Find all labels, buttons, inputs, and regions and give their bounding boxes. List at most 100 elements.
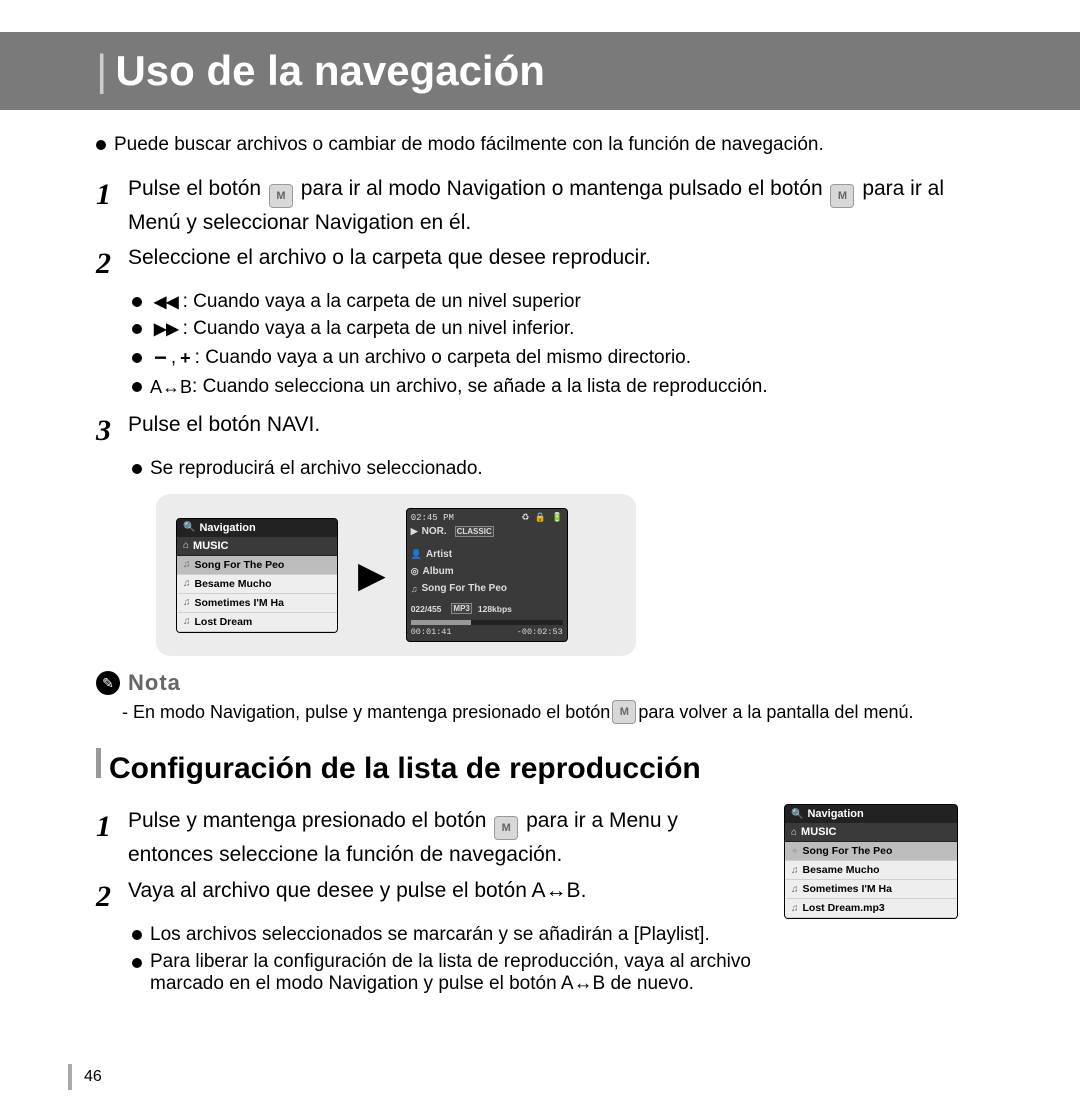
step-number: 2 bbox=[96, 243, 118, 285]
step2-subbullets: ◀◀ : Cuando vaya a la carpeta de un nive… bbox=[132, 291, 984, 398]
sub-mp-text: : Cuando vaya a un archivo o carpeta del… bbox=[195, 347, 691, 369]
music-note-icon: ♫ bbox=[791, 903, 799, 914]
disc-icon: ◎ bbox=[411, 566, 419, 577]
step-number: 1 bbox=[96, 806, 118, 869]
bullet-disc-icon bbox=[132, 958, 142, 968]
list-item: ♫Sometimes I'M Ha bbox=[177, 594, 337, 613]
music-folder-row: ⌂ MUSIC bbox=[785, 823, 957, 842]
plus-icon: + bbox=[180, 348, 191, 369]
m-button-icon: M bbox=[830, 184, 854, 208]
bullet-disc-icon bbox=[132, 297, 142, 307]
nota-text: - En modo Navigation, pulse y mantenga p… bbox=[122, 700, 984, 724]
step-body: Pulse el botón NAVI. bbox=[128, 410, 984, 452]
step-2: 2 Seleccione el archivo o la carpeta que… bbox=[96, 243, 984, 285]
search-icon: 🔍 bbox=[183, 522, 195, 533]
page-bar-icon bbox=[68, 1064, 72, 1090]
music-folder-row: ⌂ MUSIC bbox=[177, 537, 337, 556]
step-body: Vaya al archivo que desee y pulse el bot… bbox=[128, 876, 764, 918]
m-button-icon: M bbox=[612, 700, 636, 724]
remain-time: -00:02:53 bbox=[517, 627, 563, 637]
section2-right: 🔍 Navigation ⌂ MUSIC ✦Song For The Peo ♫… bbox=[784, 800, 984, 1006]
sub-ab-text: : Cuando selecciona un archivo, se añade… bbox=[192, 376, 768, 398]
play-icon: ▶ bbox=[411, 526, 418, 537]
sec2-s1-a: Pulse y mantenga presionado el botón bbox=[128, 809, 492, 832]
sec2-step-1: 1 Pulse y mantenga presionado el botón M… bbox=[96, 806, 764, 869]
list-item: ♫Sometimes I'M Ha bbox=[785, 880, 957, 899]
device-playback-screen: 02:45 PM ♻ 🔒 🔋 ▶ NOR. CLASSIC 👤Artist ◎A… bbox=[406, 508, 568, 642]
music-note-icon: ♫ bbox=[791, 884, 799, 895]
sub-play: Se reproducirá el archivo seleccionado. bbox=[132, 458, 984, 480]
progress-bar bbox=[411, 620, 563, 625]
sec2-sub2: Para liberar la configuración de la list… bbox=[132, 951, 764, 995]
sub-play-text: Se reproducirá el archivo seleccionado. bbox=[150, 458, 483, 480]
next-track-icon: ▶▶ bbox=[154, 319, 179, 339]
section2-left: 1 Pulse y mantenga presionado el botón M… bbox=[96, 800, 764, 1006]
bullet-disc-icon bbox=[132, 464, 142, 474]
music-note-icon: ♫ bbox=[183, 559, 191, 570]
section2-heading: Configuración de la lista de reproducció… bbox=[96, 748, 984, 786]
nav-label: Navigation bbox=[807, 808, 863, 820]
prev-track-icon: ◀◀ bbox=[154, 292, 179, 312]
person-icon: 👤 bbox=[411, 549, 422, 560]
music-note-icon: ♫ bbox=[183, 578, 191, 589]
content: Puede buscar archivos o cambiar de modo … bbox=[0, 134, 1080, 1007]
list-item: ♫Lost Dream bbox=[177, 613, 337, 632]
nav-label: Navigation bbox=[199, 522, 255, 534]
intro-text: Puede buscar archivos o cambiar de modo … bbox=[114, 134, 824, 156]
nota-label: Nota bbox=[128, 670, 181, 696]
music-label: MUSIC bbox=[801, 826, 836, 838]
song-list: ✦Song For The Peo ♫Besame Mucho ♫Sometim… bbox=[785, 842, 957, 918]
page-title: Uso de la navegación bbox=[115, 47, 544, 94]
step-number: 3 bbox=[96, 410, 118, 452]
format-badge: MP3 bbox=[451, 603, 471, 614]
list-item: ♫Besame Mucho bbox=[785, 861, 957, 880]
music-note-icon: ♫ bbox=[411, 584, 418, 594]
sub-next-text: : Cuando vaya a la carpeta de un nivel i… bbox=[183, 318, 575, 340]
section2-title: Configuración de la lista de reproducció… bbox=[109, 752, 701, 786]
list-item: ♫Song For The Peo bbox=[177, 556, 337, 575]
album-row: ◎Album bbox=[411, 566, 563, 577]
star-icon: ✦ bbox=[791, 846, 799, 857]
device-navigation-screen-2: 🔍 Navigation ⌂ MUSIC ✦Song For The Peo ♫… bbox=[784, 804, 958, 919]
sec2-sub1-text: Los archivos seleccionados se marcarán y… bbox=[150, 924, 710, 946]
step-body: Seleccione el archivo o la carpeta que d… bbox=[128, 243, 984, 285]
home-icon: ⌂ bbox=[791, 827, 797, 838]
device-header: 🔍 Navigation bbox=[785, 805, 957, 823]
sec2-sub2-text: Para liberar la configuración de la list… bbox=[150, 951, 764, 995]
ab-prefix: A↔B bbox=[150, 377, 192, 398]
bullet-disc-icon bbox=[132, 382, 142, 392]
intro-bullet: Puede buscar archivos o cambiar de modo … bbox=[96, 134, 984, 156]
m-button-icon: M bbox=[269, 184, 293, 208]
playback-mode-row: ▶ NOR. CLASSIC bbox=[411, 526, 563, 537]
device-illustration-row: 🔍 Navigation ⌂ MUSIC ♫Song For The Peo ♫… bbox=[156, 494, 636, 656]
status-icons: ♻ 🔒 🔋 bbox=[521, 513, 562, 523]
device-navigation-screen: 🔍 Navigation ⌂ MUSIC ♫Song For The Peo ♫… bbox=[176, 518, 338, 633]
nota-text-b: para volver a la pantalla del menú. bbox=[638, 702, 913, 723]
step1-text-b: para ir al modo Navigation o mantenga pu… bbox=[301, 177, 829, 200]
bitrate: 128kbps bbox=[478, 604, 512, 614]
sub-prev-text: : Cuando vaya a la carpeta de un nivel s… bbox=[183, 291, 581, 313]
search-icon: 🔍 bbox=[791, 809, 803, 820]
sec2-sub1: Los archivos seleccionados se marcarán y… bbox=[132, 924, 764, 946]
step2-text: Seleccione el archivo o la carpeta que d… bbox=[128, 246, 651, 269]
sec2-subbullets: Los archivos seleccionados se marcarán y… bbox=[132, 924, 764, 995]
play-mode: NOR. bbox=[422, 526, 447, 537]
arrow-right-icon: ▶ bbox=[358, 554, 386, 596]
bullet-disc-icon bbox=[132, 353, 142, 363]
song-list: ♫Song For The Peo ♫Besame Mucho ♫Sometim… bbox=[177, 556, 337, 632]
info-row: 022/455 MP3 128kbps bbox=[411, 603, 563, 614]
page-title-bar: |Uso de la navegación bbox=[0, 32, 1080, 110]
playback-top-bar: 02:45 PM ♻ 🔒 🔋 bbox=[411, 513, 563, 523]
step-body: Pulse y mantenga presionado el botón M p… bbox=[128, 806, 764, 869]
step3-text: Pulse el botón NAVI. bbox=[128, 413, 320, 436]
step-number: 2 bbox=[96, 876, 118, 918]
pen-icon: ✎ bbox=[96, 671, 120, 695]
sub-next: ▶▶ : Cuando vaya a la carpeta de un nive… bbox=[132, 318, 984, 340]
list-item: ♫Lost Dream.mp3 bbox=[785, 899, 957, 918]
song-row: ♫Song For The Peo bbox=[411, 583, 563, 594]
elapsed-time: 00:01:41 bbox=[411, 627, 452, 637]
sec2-step-2: 2 Vaya al archivo que desee y pulse el b… bbox=[96, 876, 764, 918]
step-body: Pulse el botón M para ir al modo Navigat… bbox=[128, 174, 984, 237]
comma: , bbox=[171, 347, 176, 369]
music-note-icon: ♫ bbox=[183, 616, 191, 627]
